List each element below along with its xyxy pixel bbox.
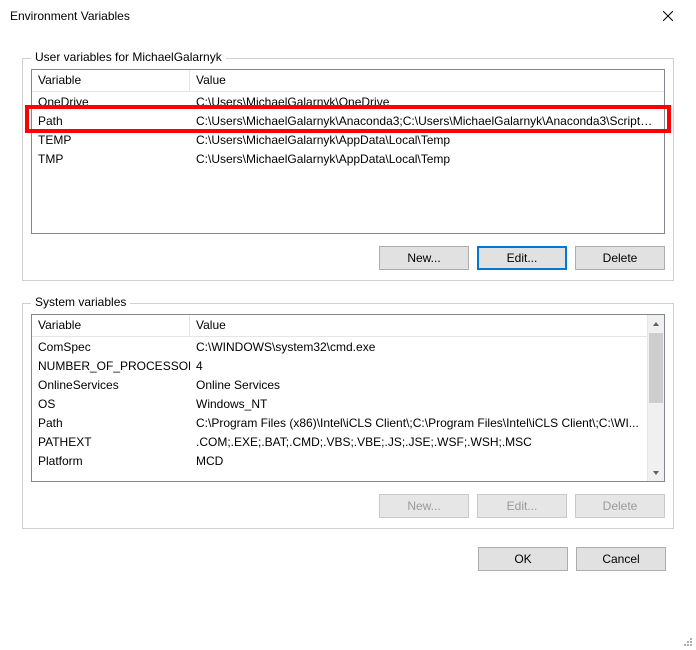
cancel-button[interactable]: Cancel [576,547,666,571]
system-variables-list[interactable]: Variable Value ComSpec C:\WINDOWS\system… [31,314,665,482]
env-vars-dialog: Environment Variables User variables for… [0,0,696,650]
user-edit-button[interactable]: Edit... [477,246,567,270]
table-row[interactable]: OS Windows_NT [32,394,647,413]
scrollbar-vertical[interactable] [647,315,664,481]
table-row[interactable]: Path C:\Program Files (x86)\Intel\iCLS C… [32,413,647,432]
user-group-legend: User variables for MichaelGalarnyk [31,50,226,64]
ok-button[interactable]: OK [478,547,568,571]
window-title: Environment Variables [10,9,646,23]
table-row[interactable]: TMP C:\Users\MichaelGalarnyk\AppData\Loc… [32,149,664,168]
col-header-variable[interactable]: Variable [32,315,190,336]
scroll-up-icon[interactable] [648,315,664,332]
system-group-legend: System variables [31,295,130,309]
resize-grip-icon[interactable] [680,634,694,648]
user-new-button[interactable]: New... [379,246,469,270]
col-header-value[interactable]: Value [190,315,647,336]
table-row[interactable]: PATHEXT .COM;.EXE;.BAT;.CMD;.VBS;.VBE;.J… [32,432,647,451]
col-header-variable[interactable]: Variable [32,70,190,91]
user-delete-button[interactable]: Delete [575,246,665,270]
system-delete-button[interactable]: Delete [575,494,665,518]
table-row[interactable]: OnlineServices Online Services [32,375,647,394]
user-variables-list[interactable]: Variable Value OneDrive C:\Users\Michael… [31,69,665,234]
list-header: Variable Value [32,70,664,92]
table-row[interactable]: OneDrive C:\Users\MichaelGalarnyk\OneDri… [32,92,664,111]
close-button[interactable] [646,1,690,31]
table-row[interactable]: ComSpec C:\WINDOWS\system32\cmd.exe [32,337,647,356]
table-row[interactable]: Platform MCD [32,451,647,470]
system-edit-button[interactable]: Edit... [477,494,567,518]
col-header-value[interactable]: Value [190,70,664,91]
table-row[interactable]: Path C:\Users\MichaelGalarnyk\Anaconda3;… [32,111,664,130]
user-variables-group: User variables for MichaelGalarnyk Varia… [22,58,674,281]
list-header: Variable Value [32,315,647,337]
system-new-button[interactable]: New... [379,494,469,518]
titlebar: Environment Variables [0,0,696,32]
scroll-thumb[interactable] [649,333,663,403]
table-row[interactable]: TEMP C:\Users\MichaelGalarnyk\AppData\Lo… [32,130,664,149]
system-variables-group: System variables Variable Value ComSpec … [22,303,674,529]
table-row[interactable]: NUMBER_OF_PROCESSORS 4 [32,356,647,375]
scroll-down-icon[interactable] [648,464,664,481]
